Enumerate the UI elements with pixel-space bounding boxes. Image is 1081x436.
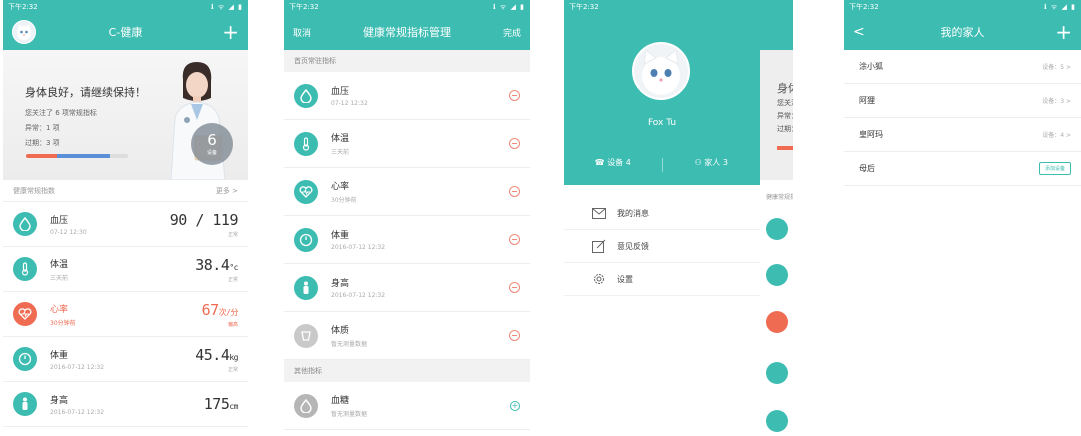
status-icons: ℹ ᯤ ◢ ▮ [211, 2, 243, 11]
add-member-button[interactable]: + [1055, 22, 1072, 42]
back-icon[interactable]: < [853, 24, 865, 40]
nav-bar: 取消 健康常规指标管理 完成 [284, 14, 530, 50]
family-member-row[interactable]: 阿狸 设备：3 > [844, 84, 1081, 118]
heart-icon [13, 302, 37, 326]
status-bar: 下午2:32 [569, 3, 599, 11]
profile-menu: 我的消息 意见反馈 设置 [564, 185, 760, 296]
mail-icon [592, 207, 606, 219]
menu-item-feedback[interactable]: 意见反馈 [564, 230, 760, 263]
nav-bar: C-健康 + [3, 14, 248, 50]
heart-icon [294, 179, 318, 204]
health-home-screen: 下午2:32 ℹ ᯤ ◢ ▮ C-健康 + 身体良好，请继续保持！ 您关注了 6… [3, 0, 248, 436]
remove-icon[interactable] [509, 90, 520, 101]
health-banner: 身体良好，请继续保持！ 您关注了 6 项常规指标 异常：1 项 过期：3 项 6… [3, 50, 248, 180]
manage-row-weight: 体重 2016-07-12 12:32 [284, 216, 530, 264]
remove-icon[interactable] [509, 330, 520, 341]
people-icon: ⚇ [694, 158, 705, 167]
banner-line-watched: 您关注了 6 项常规指标 [25, 109, 97, 117]
person-icon [13, 392, 37, 416]
family-screen: 下午2:32 ℹ ᯤ ◢ ▮ < 我的家人 + 涂小狐 设备：5 > 阿狸 设备… [844, 0, 1081, 436]
page-title: 我的家人 [940, 26, 985, 39]
menu-item-messages[interactable]: 我的消息 [564, 197, 760, 230]
metric-row-heart-rate[interactable]: 心率 30分钟前 67次/分 偏高 [3, 292, 248, 337]
profile-drawer-screen: 下午2:32 Fox Tu ☎ 设备 4 ⚇ 家人 3 我的消息 意见反馈 设置… [564, 0, 793, 436]
manage-row-heart-rate: 心率 30分钟前 [284, 168, 530, 216]
metric-row-weight[interactable]: 体重 2016-07-12 12:32 45.4kg 正常 [3, 337, 248, 382]
banner-line-abnormal: 异常：1 项 [25, 124, 60, 132]
family-stat[interactable]: ⚇ 家人 3 [663, 157, 761, 172]
drop-icon [294, 83, 318, 108]
section-header: 健康常规指数 更多 > [3, 180, 248, 202]
nav-bar: < 我的家人 + [844, 14, 1081, 50]
add-icon[interactable]: + [510, 400, 520, 411]
metric-row-blood-pressure[interactable]: 血压 07-12 12:30 90 / 119 正常 [3, 202, 248, 247]
page-title: 健康常规指标管理 [363, 26, 451, 39]
thermometer-icon [13, 257, 37, 281]
home-section-header: 首页常驻指标 [284, 50, 530, 72]
drop-icon [13, 212, 37, 236]
family-member-row[interactable]: 母后 添加设备 [844, 152, 1081, 186]
manage-row-height: 身高 2016-07-12 12:32 [284, 264, 530, 312]
manage-row-blood-sugar: 血糖 暂无测量数据 + [284, 382, 530, 430]
thermometer-icon [294, 131, 318, 156]
remove-icon[interactable] [509, 282, 520, 293]
devices-stat[interactable]: ☎ 设备 4 [564, 157, 662, 172]
profile-drawer: 下午2:32 Fox Tu ☎ 设备 4 ⚇ 家人 3 我的消息 意见反馈 设置 [564, 0, 760, 436]
status-bar: 下午2:32 ℹ ᯤ ◢ ▮ [3, 0, 248, 14]
metric-row-height[interactable]: 身高 2016-07-12 12:32 175cm [3, 382, 248, 427]
status-bar: 下午2:32 ℹ ᯤ ◢ ▮ [284, 0, 530, 14]
remove-icon[interactable] [509, 186, 520, 197]
status-bar: 下午2:32 ℹ ᯤ ◢ ▮ [844, 0, 1081, 14]
banner-heading: 身体良好，请继续保持！ [25, 86, 146, 99]
add-button[interactable]: + [222, 22, 239, 42]
user-avatar[interactable] [12, 20, 36, 44]
metric-management-screen: 下午2:32 ℹ ᯤ ◢ ▮ 取消 健康常规指标管理 完成 首页常驻指标 血压 0… [284, 0, 530, 436]
cancel-button[interactable]: 取消 [293, 26, 311, 39]
family-member-row[interactable]: 皇阿玛 设备：4 > [844, 118, 1081, 152]
manage-row-blood-pressure: 血压 07-12 12:32 [284, 72, 530, 120]
done-button[interactable]: 完成 [503, 26, 521, 39]
cup-icon [294, 323, 318, 348]
underlying-home-peek: 身体良 您关注了 异常：( 过期：1 健康常规指 [760, 0, 793, 436]
gear-icon [594, 274, 604, 284]
person-icon [294, 275, 318, 300]
status-time: 下午2:32 [8, 3, 38, 11]
device-icon: ☎ [594, 158, 608, 167]
add-device-button[interactable]: 添加设备 [1038, 162, 1071, 175]
status-progress-bar [26, 154, 128, 158]
device-count-badge[interactable]: 6 设备 [191, 123, 233, 165]
family-member-row[interactable]: 涂小狐 设备：5 > [844, 50, 1081, 84]
drop-icon [294, 393, 318, 418]
banner-line-expired: 过期：3 项 [25, 139, 60, 147]
more-link[interactable]: 更多 > [216, 186, 238, 196]
page-title: C-健康 [108, 26, 143, 39]
remove-icon[interactable] [509, 234, 520, 245]
scale-icon [13, 347, 37, 371]
profile-avatar[interactable] [632, 42, 690, 100]
menu-item-settings[interactable]: 设置 [564, 263, 760, 296]
manage-row-body-type: 体质 暂无测量数据 [284, 312, 530, 360]
metric-row-temperature[interactable]: 体温 三天前 38.4°c 正常 [3, 247, 248, 292]
edit-icon [592, 239, 606, 253]
scale-icon [294, 227, 318, 252]
section-title: 健康常规指数 [13, 186, 55, 195]
profile-stats: ☎ 设备 4 ⚇ 家人 3 [564, 157, 760, 172]
profile-name: Fox Tu [647, 118, 677, 128]
manage-row-temperature: 体温 三天前 [284, 120, 530, 168]
other-section-header: 其他指标 [284, 360, 530, 382]
remove-icon[interactable] [509, 138, 520, 149]
profile-header: 下午2:32 Fox Tu ☎ 设备 4 ⚇ 家人 3 [564, 0, 760, 185]
